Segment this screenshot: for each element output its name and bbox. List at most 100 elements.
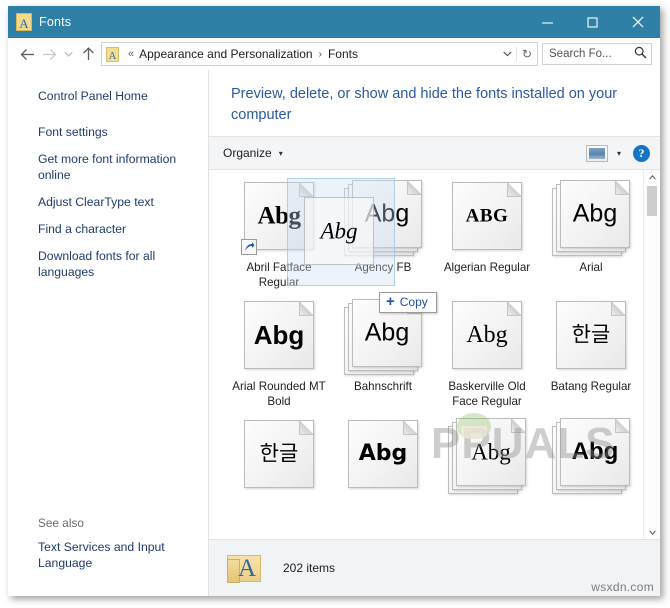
font-tile-icon[interactable]: Abg	[240, 180, 318, 256]
font-tile-icon[interactable]: Abg	[344, 180, 422, 256]
sidebar-item-text-services-and-input-language[interactable]: Text Services and Input Language	[8, 539, 208, 571]
page-fold-icon	[615, 419, 629, 433]
font-sample-text: 한글	[259, 441, 299, 466]
drop-effect-tooltip: + Copy	[379, 292, 437, 313]
font-sample-text: ABG	[465, 205, 509, 227]
font-tile-icon[interactable]: Abg	[448, 299, 526, 375]
font-tile[interactable]: Abg	[331, 418, 435, 507]
screenshot-root: Fonts	[0, 0, 670, 608]
font-page-icon: 한글	[244, 420, 314, 488]
view-layout-icon[interactable]	[585, 144, 608, 162]
chevron-down-icon: ▾	[278, 148, 283, 158]
item-count-label: 202 items	[283, 561, 336, 575]
scroll-down-arrow-icon[interactable]	[644, 525, 660, 539]
font-tile-icon[interactable]: ABG	[448, 180, 526, 256]
fonts-grid: Abg Abril Fatface Regular Abg Agency FB ABG A…	[209, 170, 642, 539]
refresh-icon[interactable]: ↻	[516, 47, 537, 61]
breadcrumb-separator: ›	[318, 48, 322, 60]
font-tile[interactable]: Abg Arial Rounded MT Bold	[227, 299, 331, 418]
font-tile-icon[interactable]: Abg	[240, 299, 318, 375]
page-fold-icon	[611, 302, 625, 316]
font-tile[interactable]: Abg	[435, 418, 539, 507]
font-tile[interactable]: Abg Baskerville Old Face Regular	[435, 299, 539, 418]
font-page-icon: Abg	[560, 418, 630, 486]
font-sample-text: Abg	[572, 199, 618, 228]
font-sample-text: Abg	[471, 439, 511, 465]
sidebar-item-find-a-character[interactable]: Find a character	[8, 221, 208, 237]
breadcrumb: « Appearance and Personalization › Fonts	[123, 47, 498, 61]
page-fold-icon	[407, 181, 421, 195]
font-page-icon: Abg	[560, 180, 630, 248]
font-tile[interactable]: Abg	[539, 418, 643, 507]
status-bar: A 202 items wsxdn.com	[209, 539, 660, 596]
font-name-label: Batang Regular	[550, 380, 632, 393]
vertical-scrollbar[interactable]	[643, 170, 660, 539]
watermark-corner: wsxdn.com	[591, 580, 654, 594]
page-fold-icon	[403, 421, 417, 435]
font-tile[interactable]: 한글	[227, 418, 331, 507]
up-arrow-icon[interactable]	[77, 42, 99, 66]
back-arrow-icon[interactable]	[16, 42, 38, 66]
forward-arrow-icon	[38, 42, 60, 66]
breadcrumb-item-appearance[interactable]: Appearance and Personalization	[139, 47, 312, 61]
font-tile-icon[interactable]: Abg	[552, 180, 630, 256]
sidebar-item-adjust-cleartype-text[interactable]: Adjust ClearType text	[8, 194, 208, 210]
font-tile[interactable]: Abg Abril Fatface Regular	[227, 180, 331, 299]
view-chevron-down-icon[interactable]: ▾	[617, 149, 621, 158]
address-bar: « Appearance and Personalization › Fonts…	[8, 38, 660, 70]
content-pane: Preview, delete, or show and hide the fo…	[208, 70, 660, 596]
plus-icon: +	[386, 293, 395, 310]
font-tile[interactable]: Abg Bahnschrift	[331, 299, 435, 418]
sidebar-item-download-fonts-for-all-languages[interactable]: Download fonts for all languages	[8, 248, 208, 280]
fonts-grid-row: Abg Abril Fatface Regular Abg Agency FB ABG A…	[227, 180, 642, 299]
scroll-up-arrow-icon[interactable]	[644, 170, 660, 184]
sidebar-item-get-more-font-information-online[interactable]: Get more font information online	[8, 151, 208, 183]
font-tile-icon[interactable]: Abg	[448, 418, 526, 494]
font-name-label: Bahnschrift	[354, 380, 412, 393]
font-page-icon: Abg	[352, 180, 422, 248]
fonts-folder-icon: A	[227, 553, 261, 583]
font-folder-icon	[16, 13, 32, 31]
page-fold-icon	[507, 183, 521, 197]
font-sample-text: Abg	[571, 438, 619, 465]
fonts-grid-row: Abg Arial Rounded MT Bold Abg Bahnschrift Ab…	[227, 299, 642, 418]
search-icon[interactable]	[629, 46, 651, 62]
scrollbar-thumb[interactable]	[647, 186, 657, 216]
font-name-label: Agency FB	[354, 261, 412, 274]
page-fold-icon	[299, 421, 313, 435]
font-page-icon: Abg	[244, 301, 314, 369]
font-tile-icon[interactable]: Abg	[552, 418, 630, 494]
window-title: Fonts	[39, 15, 72, 29]
see-also-heading: See also	[38, 516, 84, 530]
breadcrumb-item-fonts[interactable]: Fonts	[328, 47, 358, 61]
organize-button[interactable]: Organize ▾	[223, 146, 283, 160]
minimize-button[interactable]	[525, 6, 570, 38]
search-input[interactable]: Search Fo...	[542, 43, 652, 65]
font-sample-text: Abg	[253, 320, 305, 350]
sidebar-item-control-panel-home[interactable]: Control Panel Home	[8, 88, 208, 104]
font-tile-icon[interactable]: 한글	[240, 418, 318, 494]
address-chevron-down-icon[interactable]	[498, 49, 516, 59]
command-bar: Organize ▾ ▾ ?	[209, 136, 660, 170]
font-tile[interactable]: Abg Agency FB	[331, 180, 435, 299]
breadcrumb-root-chevron[interactable]: «	[128, 48, 134, 60]
recent-locations-chevron-down-icon[interactable]	[60, 42, 77, 66]
page-title: Preview, delete, or show and hide the fo…	[231, 86, 618, 123]
help-icon[interactable]: ?	[633, 144, 650, 162]
shortcut-arrow-icon	[241, 239, 257, 255]
font-tile[interactable]: 한글 Batang Regular	[539, 299, 643, 418]
sidebar-item-font-settings[interactable]: Font settings	[8, 124, 208, 140]
font-name-label: Arial Rounded MT Bold	[232, 380, 326, 408]
font-tile-icon[interactable]: 한글	[552, 299, 630, 375]
font-sample-text: 한글	[571, 322, 611, 347]
address-input[interactable]: « Appearance and Personalization › Fonts…	[101, 42, 538, 66]
search-placeholder: Search Fo...	[549, 48, 612, 60]
font-tile[interactable]: ABG Algerian Regular	[435, 180, 539, 299]
window-body: Control Panel Home Font settings Get mor…	[8, 70, 660, 596]
font-tile[interactable]: Abg Arial	[539, 180, 643, 299]
font-tile-icon[interactable]: Abg	[344, 418, 422, 494]
font-sample-text: Abg	[358, 441, 408, 466]
font-sample-text: Abg	[257, 202, 301, 230]
close-button[interactable]	[615, 6, 660, 38]
maximize-button[interactable]	[570, 6, 615, 38]
